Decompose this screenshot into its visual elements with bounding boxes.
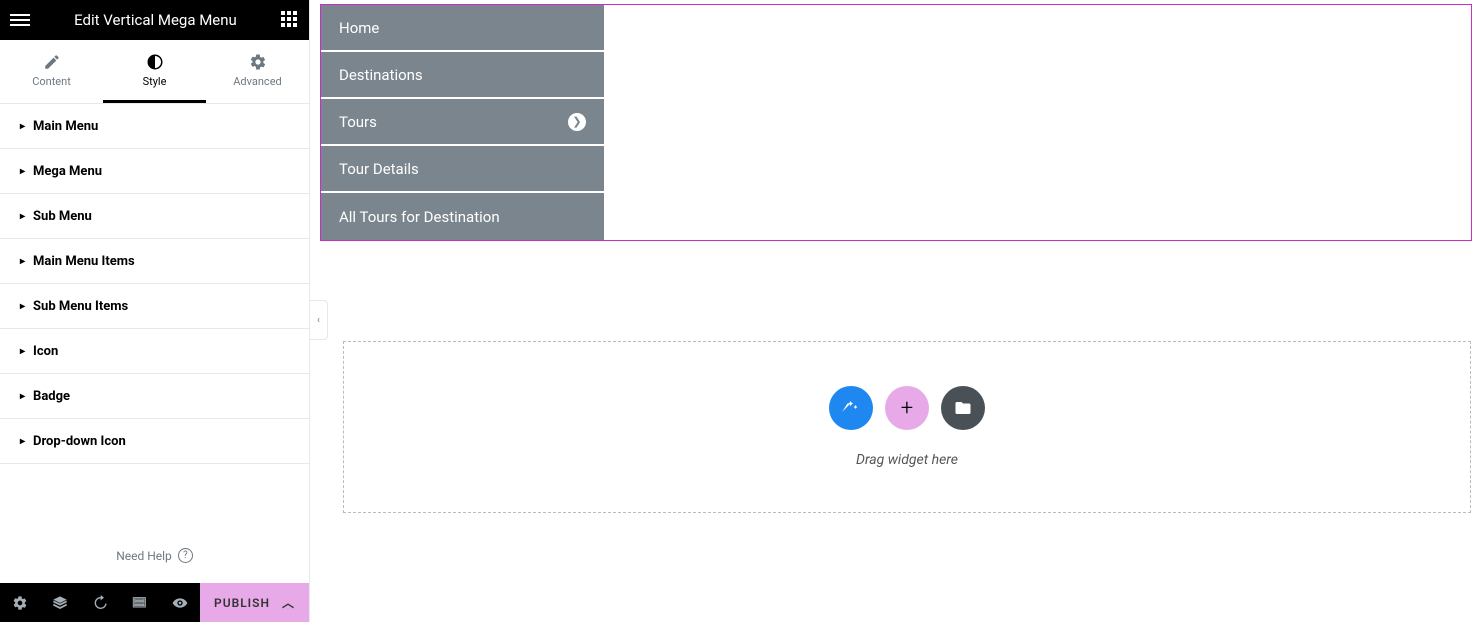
folder-icon <box>954 399 972 417</box>
tab-style-label: Style <box>143 75 167 88</box>
drop-zone[interactable]: + Drag widget here <box>343 341 1471 513</box>
section-icon[interactable]: ▸ Icon <box>0 329 309 374</box>
menu-item-label: Home <box>339 19 379 37</box>
section-main-menu[interactable]: ▸ Main Menu <box>0 104 309 149</box>
eye-icon <box>172 595 188 611</box>
panel-footer: PUBLISH ︿ <box>0 583 309 622</box>
tab-advanced[interactable]: Advanced <box>206 40 309 103</box>
section-label: Icon <box>33 344 58 359</box>
hamburger-icon[interactable] <box>10 14 30 26</box>
section-mega-menu[interactable]: ▸ Mega Menu <box>0 149 309 194</box>
tab-style[interactable]: Style <box>103 40 206 103</box>
caret-right-icon: ▸ <box>20 391 25 402</box>
chevron-right-icon: ❯ <box>568 113 586 131</box>
add-folder-button[interactable] <box>941 386 985 430</box>
add-section-button[interactable]: + <box>885 386 929 430</box>
need-help[interactable]: Need Help ? <box>0 528 309 583</box>
menu-item-label: Destinations <box>339 66 423 84</box>
menu-item-destinations[interactable]: Destinations <box>321 52 604 99</box>
plus-icon: + <box>901 396 913 421</box>
menu-item-tour-details[interactable]: Tour Details <box>321 146 604 193</box>
tab-content[interactable]: Content <box>0 40 103 103</box>
chevron-left-icon: ‹ <box>317 315 320 326</box>
section-drop-down-icon[interactable]: ▸ Drop-down Icon <box>0 419 309 464</box>
caret-right-icon: ▸ <box>20 211 25 222</box>
menu-item-tours[interactable]: Tours ❯ <box>321 99 604 146</box>
layers-icon <box>52 595 68 611</box>
section-label: Sub Menu Items <box>33 299 128 314</box>
section-label: Main Menu <box>33 119 98 134</box>
caret-right-icon: ▸ <box>20 121 25 132</box>
section-label: Mega Menu <box>33 164 102 179</box>
menu-item-label: All Tours for Destination <box>339 208 500 226</box>
vertical-mega-menu-widget[interactable]: Home Destinations Tours ❯ Tour Details All To… <box>320 4 1472 241</box>
section-label: Drop-down Icon <box>33 434 126 449</box>
section-badge[interactable]: ▸ Badge <box>0 374 309 419</box>
add-template-button[interactable] <box>829 386 873 430</box>
tab-advanced-label: Advanced <box>233 75 281 88</box>
caret-right-icon: ▸ <box>20 301 25 312</box>
panel-tabs: Content Style Advanced <box>0 40 309 104</box>
section-sub-menu[interactable]: ▸ Sub Menu <box>0 194 309 239</box>
contrast-icon <box>146 53 164 71</box>
drop-zone-hint: Drag widget here <box>856 452 958 468</box>
wand-icon <box>842 399 860 417</box>
style-sections: ▸ Main Menu ▸ Mega Menu ▸ Sub Menu ▸ Main Menu … <box>0 104 309 528</box>
gear-icon <box>12 595 28 611</box>
publish-button[interactable]: PUBLISH ︿ <box>200 583 309 622</box>
section-label: Main Menu Items <box>33 254 135 269</box>
chevron-up-icon: ︿ <box>282 594 295 611</box>
panel-title: Edit Vertical Mega Menu <box>30 11 281 29</box>
question-icon: ? <box>178 548 193 563</box>
vertical-menu: Home Destinations Tours ❯ Tour Details All To… <box>321 5 604 240</box>
panel-header: Edit Vertical Mega Menu <box>0 0 309 40</box>
grid-icon[interactable] <box>281 11 299 29</box>
menu-item-all-tours-for-destination[interactable]: All Tours for Destination <box>321 193 604 240</box>
gear-icon <box>249 53 267 71</box>
pencil-icon <box>43 53 61 71</box>
menu-item-label: Tour Details <box>339 160 419 178</box>
menu-item-home[interactable]: Home <box>321 5 604 52</box>
section-main-menu-items[interactable]: ▸ Main Menu Items <box>0 239 309 284</box>
caret-right-icon: ▸ <box>20 256 25 267</box>
history-icon <box>92 595 108 611</box>
responsive-button[interactable] <box>120 583 160 622</box>
caret-right-icon: ▸ <box>20 436 25 447</box>
navigator-button[interactable] <box>40 583 80 622</box>
publish-label: PUBLISH <box>214 596 270 610</box>
editor-canvas: Home Destinations Tours ❯ Tour Details All To… <box>310 0 1480 622</box>
collapse-panel-button[interactable]: ‹ <box>310 300 328 340</box>
menu-item-label: Tours <box>339 113 377 131</box>
need-help-label: Need Help <box>116 549 172 563</box>
history-button[interactable] <box>80 583 120 622</box>
caret-right-icon: ▸ <box>20 166 25 177</box>
section-sub-menu-items[interactable]: ▸ Sub Menu Items <box>0 284 309 329</box>
section-label: Sub Menu <box>33 209 92 224</box>
section-label: Badge <box>33 389 70 404</box>
devices-icon <box>132 595 148 611</box>
tab-content-label: Content <box>32 75 71 88</box>
preview-button[interactable] <box>160 583 200 622</box>
settings-button[interactable] <box>0 583 40 622</box>
caret-right-icon: ▸ <box>20 346 25 357</box>
